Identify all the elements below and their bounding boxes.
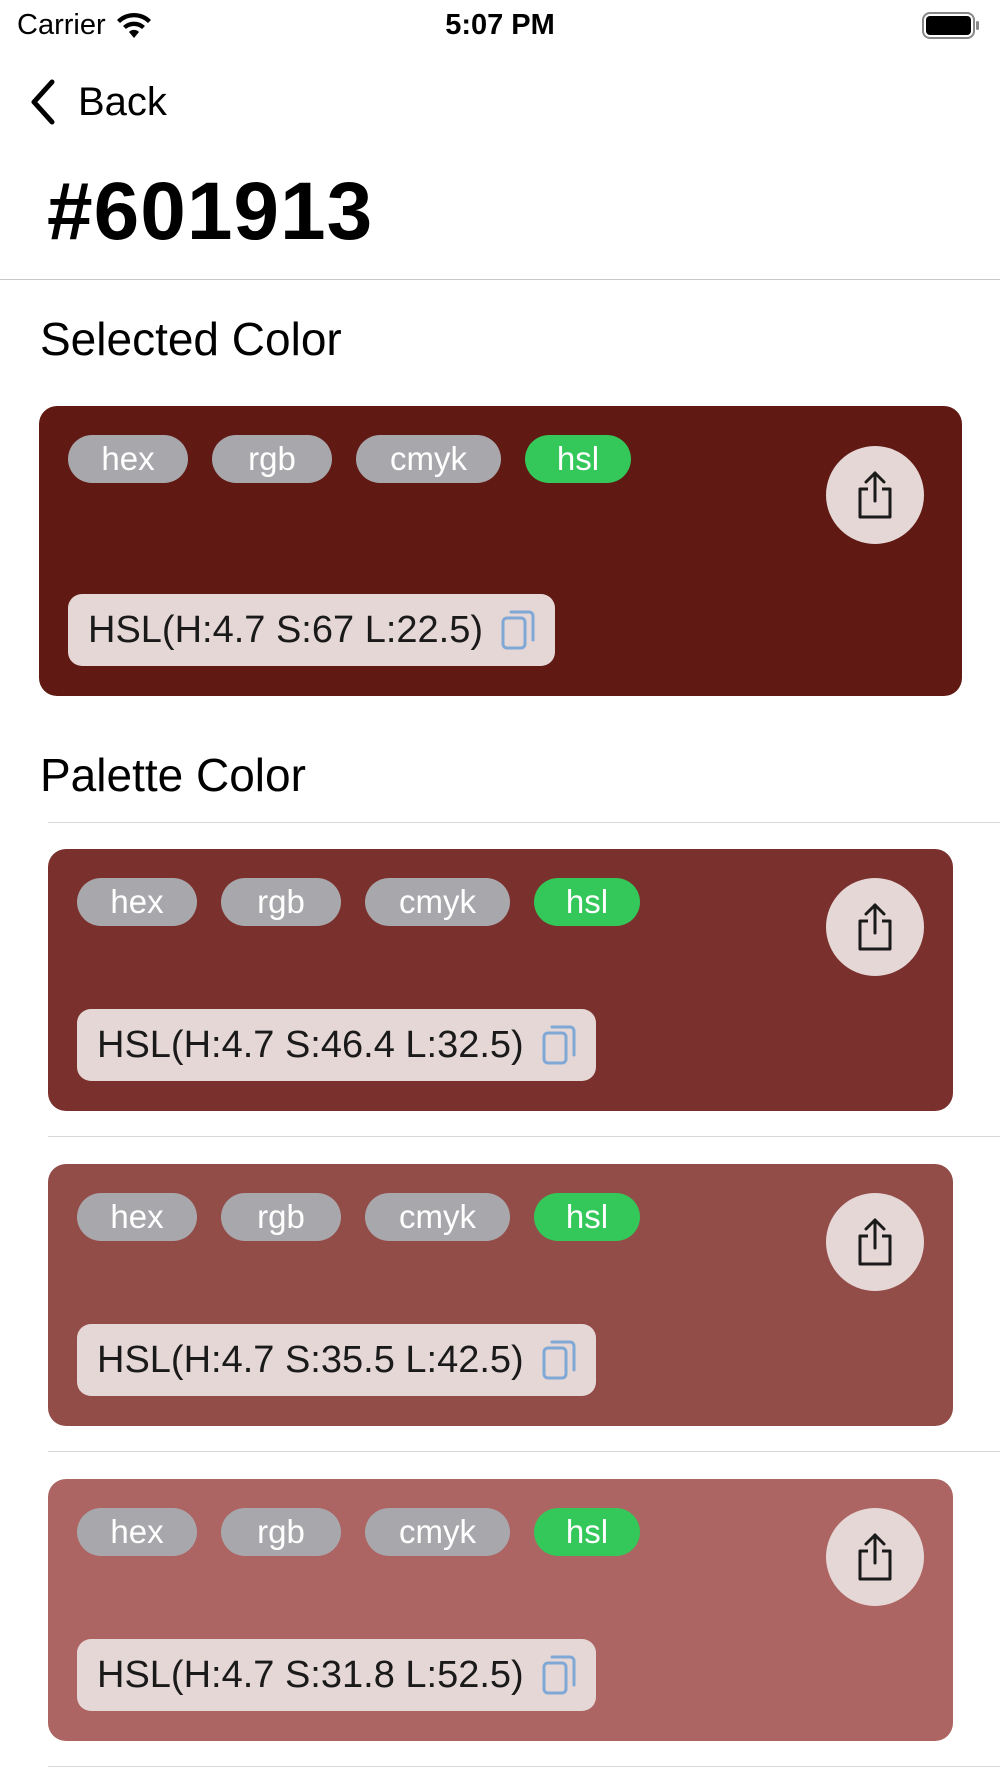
color-value-text: HSL(H:4.7 S:67 L:22.5)	[88, 608, 483, 651]
color-value-pill[interactable]: HSL(H:4.7 S:46.4 L:32.5)	[77, 1009, 596, 1081]
battery-icon	[922, 12, 979, 39]
chevron-left-icon	[31, 79, 55, 125]
format-chip-row: hex rgb cmyk hsl	[77, 1508, 664, 1556]
selected-color-card: hex rgb cmyk hsl HSL(H:4.7 S:67 L:22.5)	[39, 406, 962, 696]
copy-icon[interactable]	[540, 1653, 580, 1697]
palette-divider	[48, 1766, 1000, 1767]
chip-hex[interactable]: hex	[77, 1193, 197, 1241]
chip-hsl[interactable]: hsl	[534, 878, 640, 926]
copy-icon[interactable]	[540, 1338, 580, 1382]
selected-color-heading: Selected Color	[40, 313, 342, 365]
share-button[interactable]	[826, 878, 924, 976]
chip-cmyk[interactable]: cmyk	[356, 435, 501, 483]
chip-rgb[interactable]: rgb	[212, 435, 332, 483]
color-value-pill[interactable]: HSL(H:4.7 S:35.5 L:42.5)	[77, 1324, 596, 1396]
back-button[interactable]: Back	[28, 76, 167, 128]
chip-rgb[interactable]: rgb	[221, 878, 341, 926]
color-value-pill[interactable]: HSL(H:4.7 S:31.8 L:52.5)	[77, 1639, 596, 1711]
chip-hex[interactable]: hex	[68, 435, 188, 483]
copy-icon[interactable]	[540, 1023, 580, 1067]
chip-hex[interactable]: hex	[77, 1508, 197, 1556]
chip-rgb[interactable]: rgb	[221, 1193, 341, 1241]
chip-cmyk[interactable]: cmyk	[365, 878, 510, 926]
chip-hsl[interactable]: hsl	[534, 1193, 640, 1241]
color-value-text: HSL(H:4.7 S:31.8 L:52.5)	[97, 1653, 524, 1696]
palette-color-heading: Palette Color	[40, 749, 306, 801]
chip-hsl[interactable]: hsl	[534, 1508, 640, 1556]
color-value-text: HSL(H:4.7 S:35.5 L:42.5)	[97, 1338, 524, 1381]
status-time: 5:07 PM	[445, 9, 555, 41]
share-icon	[858, 1533, 892, 1581]
share-icon	[858, 1218, 892, 1266]
share-icon	[858, 903, 892, 951]
screen: Carrier 5:07 PM Back #601913 Selected Co…	[0, 0, 1000, 1778]
share-icon	[858, 471, 892, 519]
palette-divider	[48, 1451, 1000, 1452]
chip-cmyk[interactable]: cmyk	[365, 1508, 510, 1556]
share-button[interactable]	[826, 1193, 924, 1291]
format-chip-row: hex rgb cmyk hsl	[68, 435, 655, 483]
color-value-text: HSL(H:4.7 S:46.4 L:32.5)	[97, 1023, 524, 1066]
format-chip-row: hex rgb cmyk hsl	[77, 878, 664, 926]
back-label: Back	[78, 79, 167, 124]
status-bar: Carrier 5:07 PM	[0, 0, 1000, 50]
palette-divider	[48, 822, 1000, 823]
palette-color-card: hex rgb cmyk hsl HSL(H:4.7 S:35.5 L:42.5…	[48, 1164, 953, 1426]
page-title: #601913	[47, 166, 374, 257]
chip-hex[interactable]: hex	[77, 878, 197, 926]
share-button[interactable]	[826, 1508, 924, 1606]
copy-icon[interactable]	[499, 608, 539, 652]
chip-cmyk[interactable]: cmyk	[365, 1193, 510, 1241]
chip-hsl[interactable]: hsl	[525, 435, 631, 483]
share-button[interactable]	[826, 446, 924, 544]
palette-color-card: hex rgb cmyk hsl HSL(H:4.7 S:31.8 L:52.5…	[48, 1479, 953, 1741]
format-chip-row: hex rgb cmyk hsl	[77, 1193, 664, 1241]
chip-rgb[interactable]: rgb	[221, 1508, 341, 1556]
title-divider	[0, 279, 1000, 280]
palette-color-card: hex rgb cmyk hsl HSL(H:4.7 S:46.4 L:32.5…	[48, 849, 953, 1111]
palette-divider	[48, 1136, 1000, 1137]
color-value-pill[interactable]: HSL(H:4.7 S:67 L:22.5)	[68, 594, 555, 666]
